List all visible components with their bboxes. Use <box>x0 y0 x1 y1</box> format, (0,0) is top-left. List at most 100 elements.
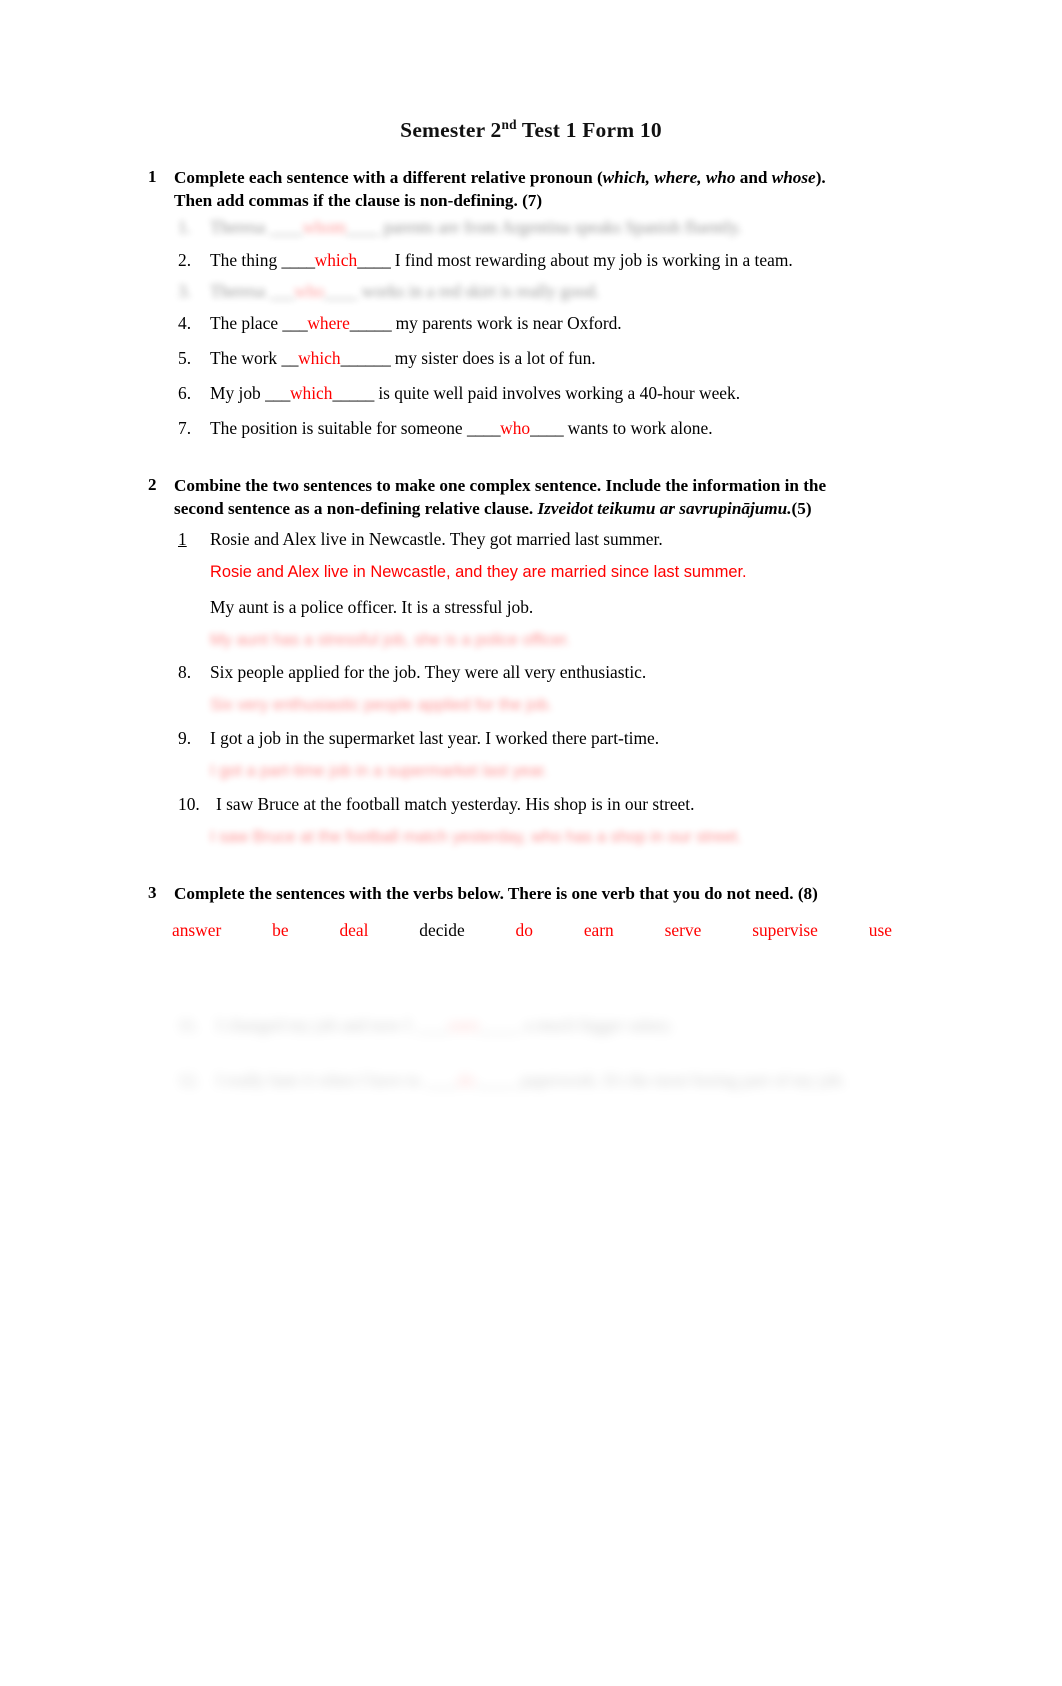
question-index: 1. <box>178 216 192 237</box>
ex1-instruction-part1: Complete each sentence with a different … <box>174 168 603 187</box>
question-prompt: My aunt is a police officer. It is a str… <box>210 596 534 617</box>
word-bank-item-do[interactable]: do <box>516 920 533 941</box>
question-text: The position is suitable for someone ___… <box>210 416 912 441</box>
question-index: 11. <box>178 1015 200 1036</box>
answer-blank-after: ____ <box>346 216 380 237</box>
student-answer: do <box>457 1070 476 1091</box>
title-superscript: nd <box>501 116 517 132</box>
answer-blank-before: __ <box>281 348 299 368</box>
question-index: 10. <box>178 793 200 814</box>
exercise-3-instruction: Complete the sentences with the verbs be… <box>174 884 818 904</box>
question-before: I changed my job and now I <box>216 1015 416 1036</box>
exercise-1-instruction: Complete each sentence with a different … <box>174 167 852 213</box>
question-after: works in a red skirt is really good. <box>357 280 600 301</box>
question-index: 7. <box>178 418 192 439</box>
student-answer: which <box>289 383 333 404</box>
word-bank-item-serve[interactable]: serve <box>665 920 702 941</box>
question-index: 5. <box>178 348 192 368</box>
word-bank-item-earn[interactable]: earn <box>584 920 614 941</box>
question-item: 5. The work __which______ my sister does… <box>0 346 1062 371</box>
title-prefix: Semester 2 <box>400 118 502 142</box>
question-text: My job ___which_____ is quite well paid … <box>210 381 912 406</box>
question-index: 2. <box>178 249 192 270</box>
question-before: The position is suitable for someone <box>210 418 467 439</box>
answer-blank-before: ____ <box>269 216 303 237</box>
question-item: 2. The thing ____which____ I find most r… <box>0 248 1062 273</box>
question-text: The place ___where_____ my parents work … <box>210 311 912 336</box>
question-prompt: Six people applied for the job. They wer… <box>210 662 647 683</box>
question-after: wants to work alone. <box>563 418 713 439</box>
question-prompt: Rosie and Alex live in Newcastle. They g… <box>210 528 663 549</box>
word-bank-item-deal[interactable]: deal <box>339 920 368 941</box>
student-answer-line: I saw Bruce at the football match yester… <box>210 827 742 846</box>
question-item: My aunt is a police officer. It is a str… <box>0 595 1062 620</box>
question-before: The place <box>210 312 283 333</box>
answer-blank-after: _____ <box>349 312 392 333</box>
question-item: 1. Theresa ____whom____ parents are from… <box>0 215 1062 240</box>
student-answer: who <box>500 418 531 439</box>
word-bank-item-decide[interactable]: decide <box>419 920 464 941</box>
question-prompt: I got a job in the supermarket last year… <box>210 727 660 748</box>
question-index: 12. <box>178 1070 200 1091</box>
question-item: 3. Theresa ___who____ works in a red ski… <box>0 279 1062 304</box>
question-before: The work <box>210 348 282 368</box>
exercise-2-number: 2 <box>148 475 157 495</box>
student-answer-line: My aunt has a stressful job, she is a po… <box>210 630 571 649</box>
question-item: 8. Six people applied for the job. They … <box>0 660 1062 685</box>
question-item: 7. The position is suitable for someone … <box>0 416 1062 441</box>
student-answer: earn <box>448 1015 479 1036</box>
answer-blank-before: ____ <box>415 1015 449 1036</box>
question-after: is quite well paid involves working a 40… <box>373 383 741 404</box>
exercise-2-items: 1 Rosie and Alex live in Newcastle. They… <box>0 527 1062 849</box>
answer-blank-before: ___ <box>282 312 308 333</box>
title-suffix: Test 1 Form 10 <box>516 118 662 142</box>
word-bank-item-answer[interactable]: answer <box>172 920 221 941</box>
word-bank-item-be[interactable]: be <box>272 920 288 941</box>
question-text: I really hate it when I have to ____do__… <box>216 1068 912 1093</box>
question-after: paperwork. It's the most boring part of … <box>516 1070 846 1091</box>
answer-blank-after: ____ <box>530 418 564 439</box>
exercise-3-number: 3 <box>148 883 157 903</box>
answer-blank-after: ____ <box>357 249 391 270</box>
answer-blank-before: ___ <box>269 280 295 301</box>
word-bank-item-use[interactable]: use <box>869 920 892 941</box>
exercise-3-items: 11. I changed my job and now I ____earn_… <box>0 1013 1062 1093</box>
word-bank-item-supervise[interactable]: supervise <box>752 920 818 941</box>
question-item: 6. My job ___which_____ is quite well pa… <box>0 381 1062 406</box>
question-before: The thing <box>210 249 282 270</box>
exercise-1-items: 1. Theresa ____whom____ parents are from… <box>0 215 1062 441</box>
student-answer-line: I got a part-time job in a supermarket l… <box>210 762 548 781</box>
answer-blank-before: ____ <box>281 249 315 270</box>
question-before: I really hate it when I have to <box>216 1070 425 1091</box>
question-after: my parents work is near Oxford. <box>391 312 622 333</box>
answer-blank-after: ____ <box>324 280 358 301</box>
document-page: Semester 2nd Test 1 Form 10 1 Complete e… <box>0 0 1062 1686</box>
answer-blank-after: _____ <box>475 1070 517 1091</box>
question-text: I changed my job and now I ____earn_____… <box>216 1013 912 1038</box>
question-text: Theresa ___who____ works in a red skirt … <box>210 279 912 304</box>
ex1-instruction-italic1: which, where, who <box>602 168 736 187</box>
question-text: The work __which______ my sister does is… <box>210 346 912 371</box>
answer-blank-before: ____ <box>466 418 501 439</box>
exercise-1-heading: 1 Complete each sentence with a differen… <box>0 167 1062 213</box>
exercise-2-heading: 2 Combine the two sentences to make one … <box>0 475 1062 521</box>
exercise-3-heading: 3 Complete the sentences with the verbs … <box>0 883 1062 906</box>
exercise-1-number: 1 <box>148 167 157 186</box>
question-before: Theresa <box>210 216 270 237</box>
question-index: 9. <box>178 727 192 748</box>
question-item: 9. I got a job in the supermarket last y… <box>0 726 1062 751</box>
question-item: 10. I saw Bruce at the football match ye… <box>0 792 1062 817</box>
question-prompt: I saw Bruce at the football match yester… <box>216 793 695 814</box>
verb-word-bank: answer be deal decide do earn serve supe… <box>0 920 1062 941</box>
ex2-instruction-italic: Izveidot teikumu ar savrupinājumu. <box>537 499 792 519</box>
student-answer-line: Six very enthusiastic people applied for… <box>210 696 553 715</box>
question-item: 1 Rosie and Alex live in Newcastle. They… <box>0 527 1062 552</box>
student-answer: who <box>294 280 325 301</box>
ex1-instruction-part2: and <box>735 168 772 187</box>
ex2-instruction-tail: (5) <box>791 499 812 519</box>
question-after: a much bigger salary. <box>520 1015 673 1036</box>
answer-blank-after: ______ <box>340 348 391 368</box>
student-answer: whom <box>302 216 347 237</box>
